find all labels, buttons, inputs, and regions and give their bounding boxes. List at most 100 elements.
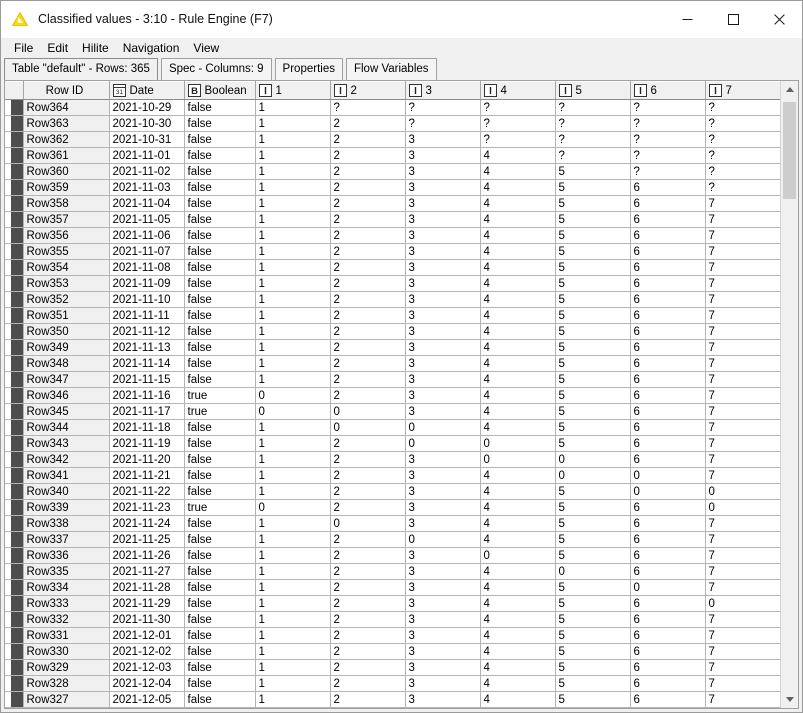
cell-int-6[interactable]: 6 — [630, 291, 706, 308]
cell-date[interactable]: 2021-11-28 — [109, 579, 185, 596]
cell-int-5[interactable]: 0 — [555, 467, 631, 484]
tab-properties[interactable]: Properties — [274, 58, 343, 80]
cell-int-2[interactable]: 2 — [330, 355, 406, 372]
cell-boolean[interactable]: false — [184, 163, 256, 180]
cell-int-1[interactable]: 0 — [255, 403, 331, 420]
cell-int-4[interactable]: 4 — [480, 515, 556, 532]
cell-date[interactable]: 2021-11-16 — [109, 387, 185, 404]
cell-int-1[interactable]: 1 — [255, 419, 331, 436]
cell-int-6[interactable]: 6 — [630, 691, 706, 708]
column-header-5[interactable]: 5 — [555, 81, 631, 100]
cell-int-7[interactable]: 7 — [705, 227, 780, 244]
cell-int-5[interactable]: 5 — [555, 611, 631, 628]
cell-int-2[interactable]: 2 — [330, 691, 406, 708]
row-selector-cell[interactable] — [5, 691, 24, 708]
cell-boolean[interactable]: false — [184, 195, 256, 212]
cell-int-5[interactable]: 5 — [555, 643, 631, 660]
cell-rowid[interactable]: Row346 — [23, 387, 110, 404]
table-row[interactable]: Row345 2021-11-17 true 0 0 3 4 5 6 7 — [5, 403, 780, 420]
cell-int-7[interactable]: 7 — [705, 371, 780, 388]
cell-int-3[interactable]: 3 — [405, 339, 481, 356]
cell-boolean[interactable]: false — [184, 323, 256, 340]
cell-int-5[interactable]: ? — [555, 115, 631, 132]
cell-int-5[interactable]: 5 — [555, 275, 631, 292]
cell-int-1[interactable]: 1 — [255, 691, 331, 708]
row-selector-cell[interactable] — [5, 163, 24, 180]
cell-int-2[interactable]: 2 — [330, 179, 406, 196]
cell-int-3[interactable]: 3 — [405, 483, 481, 500]
cell-date[interactable]: 2021-10-31 — [109, 131, 185, 148]
cell-int-6[interactable]: 6 — [630, 659, 706, 676]
cell-int-3[interactable]: 3 — [405, 451, 481, 468]
cell-date[interactable]: 2021-11-17 — [109, 403, 185, 420]
cell-int-4[interactable]: 4 — [480, 179, 556, 196]
cell-rowid[interactable]: Row361 — [23, 147, 110, 164]
cell-int-5[interactable]: 5 — [555, 227, 631, 244]
cell-date[interactable]: 2021-11-14 — [109, 355, 185, 372]
cell-date[interactable]: 2021-11-01 — [109, 147, 185, 164]
table-row[interactable]: Row353 2021-11-09 false 1 2 3 4 5 6 7 — [5, 275, 780, 292]
cell-int-5[interactable]: 5 — [555, 387, 631, 404]
row-selector-cell[interactable] — [5, 563, 24, 580]
cell-int-2[interactable]: 2 — [330, 323, 406, 340]
menu-navigation[interactable]: Navigation — [116, 39, 187, 57]
cell-int-6[interactable]: 6 — [630, 243, 706, 260]
cell-int-1[interactable]: 1 — [255, 451, 331, 468]
cell-int-7[interactable]: 7 — [705, 291, 780, 308]
table-row[interactable]: Row343 2021-11-19 false 1 2 0 0 5 6 7 — [5, 435, 780, 452]
table-row[interactable]: Row328 2021-12-04 false 1 2 3 4 5 6 7 — [5, 675, 780, 692]
row-selector-cell[interactable] — [5, 99, 24, 116]
cell-date[interactable]: 2021-11-04 — [109, 195, 185, 212]
cell-int-1[interactable]: 1 — [255, 195, 331, 212]
cell-int-7[interactable]: ? — [705, 115, 780, 132]
cell-int-2[interactable]: 2 — [330, 451, 406, 468]
cell-int-6[interactable]: ? — [630, 115, 706, 132]
row-selector-cell[interactable] — [5, 419, 24, 436]
cell-int-2[interactable]: 2 — [330, 595, 406, 612]
cell-int-5[interactable]: 5 — [555, 531, 631, 548]
cell-int-3[interactable]: 3 — [405, 595, 481, 612]
cell-int-7[interactable]: 0 — [705, 483, 780, 500]
cell-int-4[interactable]: 4 — [480, 323, 556, 340]
row-selector-cell[interactable] — [5, 451, 24, 468]
cell-int-5[interactable]: 5 — [555, 595, 631, 612]
row-selector-cell[interactable] — [5, 435, 24, 452]
cell-rowid[interactable]: Row347 — [23, 371, 110, 388]
cell-date[interactable]: 2021-12-04 — [109, 675, 185, 692]
cell-rowid[interactable]: Row338 — [23, 515, 110, 532]
table-row[interactable]: Row334 2021-11-28 false 1 2 3 4 5 0 7 — [5, 579, 780, 596]
row-selector-cell[interactable] — [5, 179, 24, 196]
cell-int-5[interactable]: ? — [555, 147, 631, 164]
cell-int-2[interactable]: 2 — [330, 339, 406, 356]
cell-int-2[interactable]: 2 — [330, 195, 406, 212]
cell-int-2[interactable]: 2 — [330, 467, 406, 484]
vertical-scrollbar[interactable] — [780, 81, 798, 708]
cell-int-3[interactable]: 3 — [405, 195, 481, 212]
cell-int-3[interactable]: 3 — [405, 275, 481, 292]
row-selector-cell[interactable] — [5, 307, 24, 324]
cell-boolean[interactable]: false — [184, 691, 256, 708]
cell-rowid[interactable]: Row357 — [23, 211, 110, 228]
cell-int-6[interactable]: ? — [630, 147, 706, 164]
cell-rowid[interactable]: Row343 — [23, 435, 110, 452]
cell-int-5[interactable]: 5 — [555, 307, 631, 324]
cell-boolean[interactable]: false — [184, 563, 256, 580]
cell-int-2[interactable]: 2 — [330, 147, 406, 164]
cell-int-2[interactable]: 2 — [330, 371, 406, 388]
cell-int-5[interactable]: 5 — [555, 499, 631, 516]
cell-date[interactable]: 2021-12-05 — [109, 691, 185, 708]
cell-int-6[interactable]: 6 — [630, 259, 706, 276]
cell-int-2[interactable]: 0 — [330, 403, 406, 420]
row-selector-cell[interactable] — [5, 147, 24, 164]
cell-rowid[interactable]: Row341 — [23, 467, 110, 484]
column-header-rowid[interactable]: Row ID — [23, 81, 110, 100]
row-selector-cell[interactable] — [5, 579, 24, 596]
column-header-2[interactable]: 2 — [330, 81, 406, 100]
cell-int-7[interactable]: 7 — [705, 675, 780, 692]
cell-int-2[interactable]: 0 — [330, 515, 406, 532]
cell-int-5[interactable]: 5 — [555, 243, 631, 260]
cell-int-2[interactable]: 2 — [330, 643, 406, 660]
table-row[interactable]: Row364 2021-10-29 false 1?????? — [5, 99, 780, 116]
cell-int-4[interactable]: 4 — [480, 227, 556, 244]
cell-boolean[interactable]: true — [184, 387, 256, 404]
